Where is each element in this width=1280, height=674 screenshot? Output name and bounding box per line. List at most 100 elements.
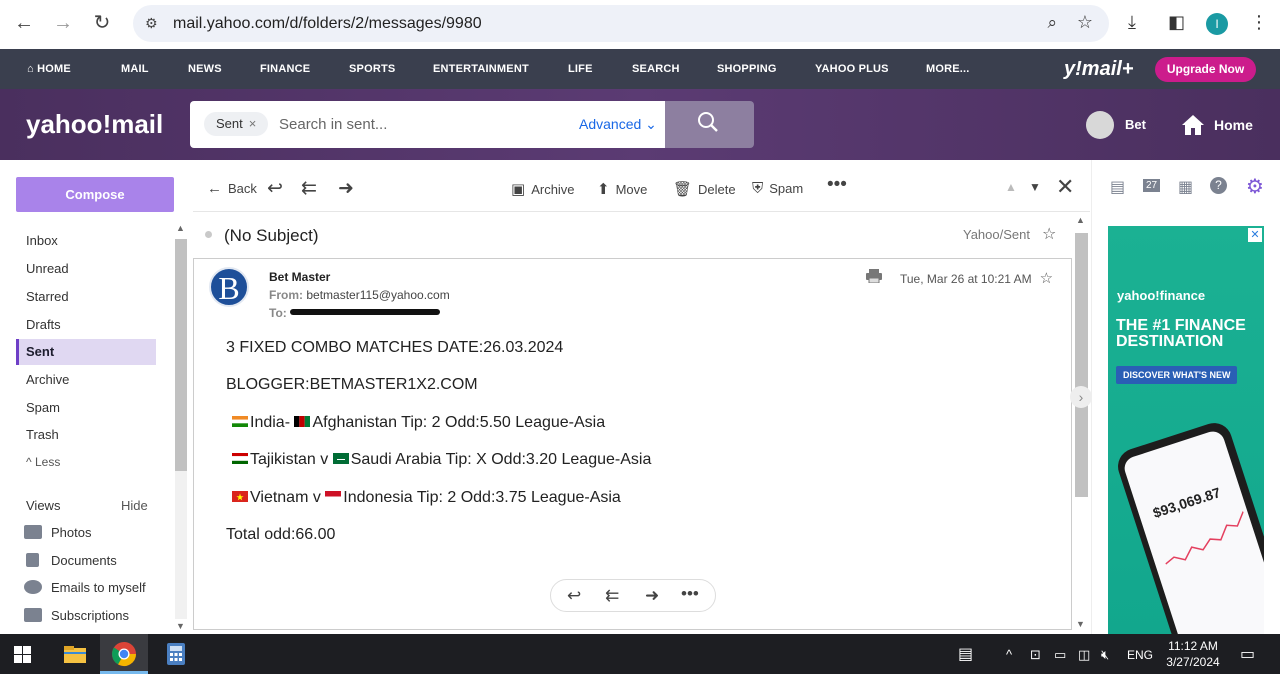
user-avatar[interactable]	[1086, 111, 1114, 139]
previous-message-icon[interactable]: ▲	[1005, 180, 1017, 194]
security-icon[interactable]: ⊡	[1030, 647, 1041, 663]
scroll-up-arrow-icon[interactable]: ▲	[1076, 215, 1085, 225]
calculator-icon[interactable]	[162, 640, 190, 668]
nav-news[interactable]: NEWS	[188, 63, 222, 75]
yahoo-mail-logo[interactable]: yahoo!mail	[26, 109, 163, 140]
view-photos[interactable]: Photos	[24, 525, 91, 540]
chevron-up-icon[interactable]: ^	[1006, 647, 1012, 662]
scroll-thumb[interactable]	[175, 239, 187, 471]
delete-button[interactable]: 🗑 Delete	[673, 180, 736, 198]
folder-trash[interactable]: Trash	[16, 422, 156, 448]
settings-gear-icon[interactable]: ⚙	[1246, 174, 1264, 199]
forward-icon[interactable]: ➜	[645, 586, 659, 606]
folder-starred[interactable]: Starred	[16, 284, 156, 310]
archive-button[interactable]: ▣ Archive	[511, 180, 575, 198]
view-emails-to-myself[interactable]: Emails to myself	[24, 580, 146, 595]
nav-mail[interactable]: MAIL	[121, 63, 149, 75]
sender-name[interactable]: Bet Master	[269, 270, 330, 284]
help-icon[interactable]: ?	[1210, 177, 1227, 194]
view-subscriptions[interactable]: Subscriptions	[24, 608, 129, 623]
reply-all-icon[interactable]: ⇇	[301, 177, 317, 200]
home-icon[interactable]	[1181, 113, 1205, 137]
scroll-down-arrow-icon[interactable]: ▼	[176, 621, 185, 631]
unread-dot-icon[interactable]	[205, 231, 212, 238]
search-button[interactable]	[665, 101, 754, 148]
folder-drafts[interactable]: Drafts	[16, 312, 156, 338]
battery-icon[interactable]: ▭	[1054, 647, 1066, 663]
bookmark-star-icon[interactable]: ☆	[1077, 12, 1093, 33]
less-toggle[interactable]: ^ Less	[16, 449, 156, 475]
browser-menu-icon[interactable]: ⋮	[1250, 12, 1268, 33]
news-widget-icon[interactable]: ▤	[958, 644, 973, 664]
reply-all-icon[interactable]: ⇇	[605, 586, 619, 606]
next-message-icon[interactable]: ▼	[1029, 180, 1041, 194]
reply-icon[interactable]: ↩	[267, 177, 283, 200]
forward-icon[interactable]: ➜	[338, 177, 354, 200]
network-icon[interactable]: ◫	[1078, 647, 1090, 663]
message-scrollbar[interactable]: ▲ ▼	[1073, 213, 1089, 633]
close-ad-icon[interactable]: ✕	[1248, 228, 1262, 242]
nav-yahoo-plus[interactable]: YAHOO PLUS	[815, 63, 889, 75]
back-arrow-icon[interactable]: ←	[14, 13, 34, 33]
chrome-icon[interactable]	[110, 640, 138, 668]
star-icon[interactable]: ☆	[1040, 270, 1053, 287]
hide-views-link[interactable]: Hide	[121, 498, 148, 513]
folder-sent[interactable]: Sent	[16, 339, 156, 365]
search-box[interactable]: Sent × Search in sent... Advanced ⌄	[190, 101, 665, 148]
print-icon[interactable]	[866, 269, 882, 283]
reload-icon[interactable]: ↻	[92, 13, 112, 33]
zoom-icon[interactable]: ⌕	[1047, 13, 1057, 33]
file-explorer-icon[interactable]	[61, 640, 89, 668]
sidebar-scrollbar[interactable]: ▲ ▼	[173, 223, 189, 633]
upgrade-now-button[interactable]: Upgrade Now	[1155, 57, 1256, 82]
scroll-thumb[interactable]	[1075, 233, 1088, 497]
nav-home[interactable]: ⌂ HOME	[27, 63, 71, 75]
user-name[interactable]: Bet	[1125, 117, 1146, 132]
more-actions-icon[interactable]: •••	[827, 174, 847, 196]
reply-icon[interactable]: ↩	[567, 586, 581, 606]
scroll-up-arrow-icon[interactable]: ▲	[176, 223, 185, 233]
volume-muted-icon[interactable]: 🔇︎	[1101, 647, 1109, 663]
forward-arrow-icon[interactable]: →	[53, 13, 73, 33]
star-icon[interactable]: ☆	[1042, 226, 1056, 243]
nav-sports[interactable]: SPORTS	[349, 63, 395, 75]
nav-shopping[interactable]: SHOPPING	[717, 63, 777, 75]
nav-finance[interactable]: FINANCE	[260, 63, 310, 75]
chevron-right-icon[interactable]: ›	[1070, 386, 1092, 408]
input-language[interactable]: ENG	[1127, 648, 1153, 662]
folder-archive[interactable]: Archive	[16, 367, 156, 393]
nav-more[interactable]: MORE...	[926, 63, 970, 75]
folder-unread[interactable]: Unread	[16, 256, 156, 282]
nav-entertainment[interactable]: ENTERTAINMENT	[433, 63, 529, 75]
advertisement[interactable]: ✕ yahoo!finance THE #1 FINANCE DESTINATI…	[1108, 226, 1264, 634]
windows-start-icon[interactable]	[14, 646, 31, 663]
profile-avatar[interactable]: I	[1206, 13, 1228, 35]
nav-home-label[interactable]: HOME	[37, 63, 71, 75]
notifications-icon[interactable]: ▭	[1240, 644, 1255, 664]
ad-cta-button[interactable]: DISCOVER WHAT'S NEW	[1116, 366, 1238, 384]
scroll-down-arrow-icon[interactable]: ▼	[1076, 619, 1085, 629]
side-panel-icon[interactable]: ◧	[1168, 12, 1185, 33]
more-actions-icon[interactable]: •••	[681, 584, 699, 604]
folder-spam[interactable]: Spam	[16, 395, 156, 421]
advanced-search-toggle[interactable]: Advanced ⌄	[579, 116, 657, 133]
yahoo-mail-plus-logo[interactable]: y!mail+	[1064, 58, 1133, 81]
calendar-icon[interactable]: 27	[1143, 179, 1161, 192]
address-bar[interactable]: ⚙ mail.yahoo.com/d/folders/2/messages/99…	[133, 5, 1109, 42]
notepad-icon[interactable]: ▦	[1178, 177, 1193, 197]
view-documents[interactable]: Documents	[24, 553, 117, 568]
contacts-icon[interactable]: ▤	[1110, 177, 1125, 197]
search-folder-chip[interactable]: Sent ×	[204, 112, 269, 136]
back-button[interactable]: ← Back	[207, 180, 257, 197]
download-icon[interactable]: ⤓	[1128, 12, 1136, 33]
nav-search[interactable]: SEARCH	[632, 63, 680, 75]
folder-inbox[interactable]: Inbox	[16, 228, 156, 254]
url-text[interactable]: mail.yahoo.com/d/folders/2/messages/9980	[173, 15, 482, 33]
sender-avatar[interactable]: B	[209, 267, 249, 307]
system-clock[interactable]: 11:12 AM 3/27/2024	[1160, 638, 1226, 670]
spam-button[interactable]: ⛨ Spam	[752, 180, 803, 197]
home-link[interactable]: Home	[1214, 117, 1253, 133]
compose-button[interactable]: Compose	[16, 177, 174, 212]
nav-life[interactable]: LIFE	[568, 63, 593, 75]
site-info-icon[interactable]: ⚙	[145, 15, 158, 32]
